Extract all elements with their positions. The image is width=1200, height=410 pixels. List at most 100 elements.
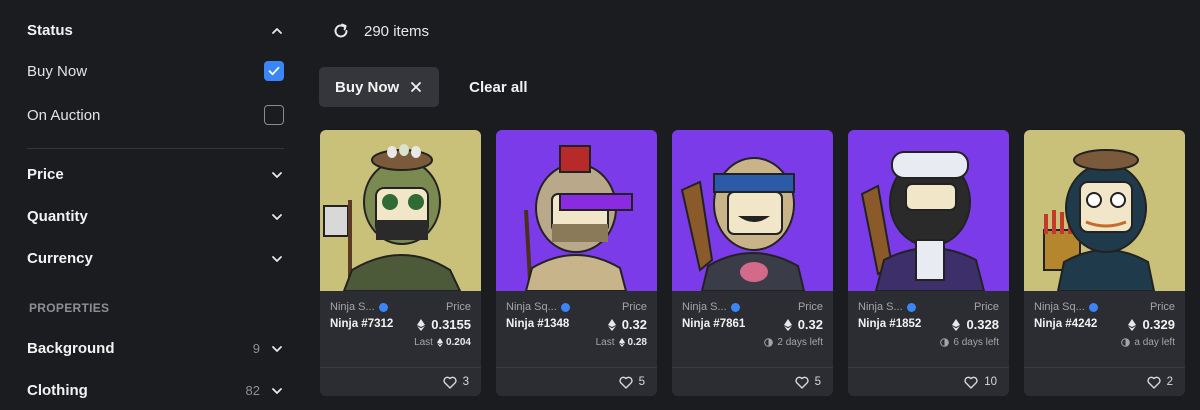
quantity-filter-title: Quantity	[27, 208, 88, 225]
property-background[interactable]: Background 9	[27, 340, 284, 357]
nft-name: Ninja #1348	[506, 318, 570, 330]
nft-image[interactable]	[320, 130, 481, 291]
collection-name: Ninja Sq...	[1034, 301, 1098, 313]
eth-icon	[783, 318, 792, 331]
nft-card[interactable]: Ninja S... Price Ninja #7861 0.32 2 days…	[672, 130, 833, 396]
like-count: 5	[814, 376, 821, 388]
filter-chip-buy-now[interactable]: Buy Now	[319, 67, 440, 107]
verified-badge-icon	[1088, 302, 1098, 312]
nft-grid: Ninja S... Price Ninja #7312 0.3155 Last…	[320, 130, 1185, 396]
nft-card-footer: 10	[848, 367, 1009, 396]
ninja-avatar-image	[848, 130, 1009, 291]
clock-icon	[1121, 338, 1131, 347]
price-filter-header[interactable]: Price	[27, 166, 284, 183]
heart-icon[interactable]	[964, 376, 978, 389]
clock-icon	[764, 338, 774, 347]
chevron-up-icon[interactable]	[270, 24, 284, 38]
nft-price: 0.329	[1128, 317, 1175, 332]
heart-icon[interactable]	[443, 376, 457, 389]
eth-icon	[607, 318, 616, 331]
filter-chip-label: Buy Now	[335, 78, 400, 96]
nft-price: 0.32	[783, 317, 823, 332]
like-count: 2	[1166, 376, 1173, 388]
nft-image[interactable]	[496, 130, 657, 291]
nft-name: Ninja #7312	[330, 318, 394, 330]
nft-card[interactable]: Ninja S... Price Ninja #7312 0.3155 Last…	[320, 130, 481, 396]
nft-card-footer: 3	[320, 367, 481, 396]
eth-icon	[436, 338, 443, 347]
item-count: 290 items	[364, 22, 430, 40]
nft-card[interactable]: Ninja Sq... Price Ninja #4242 0.329 a da…	[1024, 130, 1185, 396]
on-auction-checkbox[interactable]	[264, 105, 284, 125]
ninja-avatar-image	[672, 130, 833, 291]
chevron-down-icon[interactable]	[270, 342, 284, 356]
property-background-label: Background	[27, 340, 115, 357]
currency-filter-title: Currency	[27, 250, 93, 267]
price-filter-title: Price	[27, 166, 64, 183]
nft-card-footer: 2	[1024, 367, 1185, 396]
nft-price: 0.328	[952, 317, 999, 332]
buy-now-checkbox[interactable]	[264, 61, 284, 81]
on-auction-label: On Auction	[27, 106, 101, 124]
quantity-filter-header[interactable]: Quantity	[27, 208, 284, 225]
eth-icon	[1128, 318, 1137, 331]
property-clothing-count: 82	[245, 383, 260, 398]
status-filter-header[interactable]: Status	[27, 22, 284, 39]
chevron-down-icon[interactable]	[270, 210, 284, 224]
eth-icon	[952, 318, 961, 331]
heart-icon[interactable]	[1147, 376, 1161, 389]
like-count: 5	[638, 376, 645, 388]
status-option-on-auction[interactable]: On Auction	[27, 105, 284, 125]
nft-card[interactable]: Ninja S... Price Ninja #1852 0.328 6 day…	[848, 130, 1009, 396]
property-background-count: 9	[252, 341, 260, 356]
property-clothing[interactable]: Clothing 82	[27, 382, 284, 399]
ninja-avatar-image	[496, 130, 657, 291]
close-icon[interactable]	[409, 80, 423, 94]
price-label: Price	[973, 301, 999, 313]
nft-card-info: Ninja S... Price Ninja #7861 0.32 2 days…	[672, 291, 833, 367]
results-panel: 290 items Buy Now Clear all Ninja S... P…	[300, 0, 1200, 410]
results-toolbar: 290 items	[332, 22, 429, 40]
active-filters: Buy Now Clear all	[319, 67, 528, 107]
nft-card-info: Ninja S... Price Ninja #7312 0.3155 Last…	[320, 291, 481, 367]
status-option-buy-now[interactable]: Buy Now	[27, 61, 284, 81]
refresh-icon[interactable]	[332, 22, 350, 40]
currency-filter-header[interactable]: Currency	[27, 250, 284, 267]
chevron-down-icon[interactable]	[270, 168, 284, 182]
nft-price: 0.32	[607, 317, 647, 332]
collection-name: Ninja S...	[330, 301, 388, 313]
chevron-down-icon[interactable]	[270, 384, 284, 398]
nft-image[interactable]	[672, 130, 833, 291]
checkmark-icon	[268, 66, 280, 76]
nft-card[interactable]: Ninja Sq... Price Ninja #1348 0.32 Last 0…	[496, 130, 657, 396]
heart-icon[interactable]	[795, 376, 809, 389]
filter-sidebar: Status Buy Now On Auction Price Quantity…	[0, 0, 300, 410]
clock-icon	[940, 338, 950, 347]
divider	[27, 148, 284, 149]
nft-card-info: Ninja Sq... Price Ninja #1348 0.32 Last 0…	[496, 291, 657, 367]
heart-icon[interactable]	[619, 376, 633, 389]
nft-card-info: Ninja S... Price Ninja #1852 0.328 6 day…	[848, 291, 1009, 367]
verified-badge-icon	[730, 302, 740, 312]
nft-image[interactable]	[1024, 130, 1185, 291]
nft-name: Ninja #4242	[1034, 318, 1098, 330]
clear-all-button[interactable]: Clear all	[469, 79, 527, 96]
nft-card-footer: 5	[496, 367, 657, 396]
eth-icon	[417, 318, 426, 331]
nft-name: Ninja #1852	[858, 318, 922, 330]
chevron-down-icon[interactable]	[270, 252, 284, 266]
nft-card-info: Ninja Sq... Price Ninja #4242 0.329 a da…	[1024, 291, 1185, 367]
nft-image[interactable]	[848, 130, 1009, 291]
verified-badge-icon	[378, 302, 388, 312]
price-label: Price	[445, 301, 471, 313]
like-count: 10	[984, 376, 997, 388]
status-filter-title: Status	[27, 22, 73, 39]
last-price: Last 0.204	[414, 337, 471, 348]
last-price: Last 0.28	[595, 337, 647, 348]
ninja-avatar-image	[320, 130, 481, 291]
properties-header: PROPERTIES	[29, 301, 110, 315]
verified-badge-icon	[906, 302, 916, 312]
nft-name: Ninja #7861	[682, 318, 746, 330]
buy-now-label: Buy Now	[27, 62, 88, 80]
collection-name: Ninja S...	[858, 301, 916, 313]
